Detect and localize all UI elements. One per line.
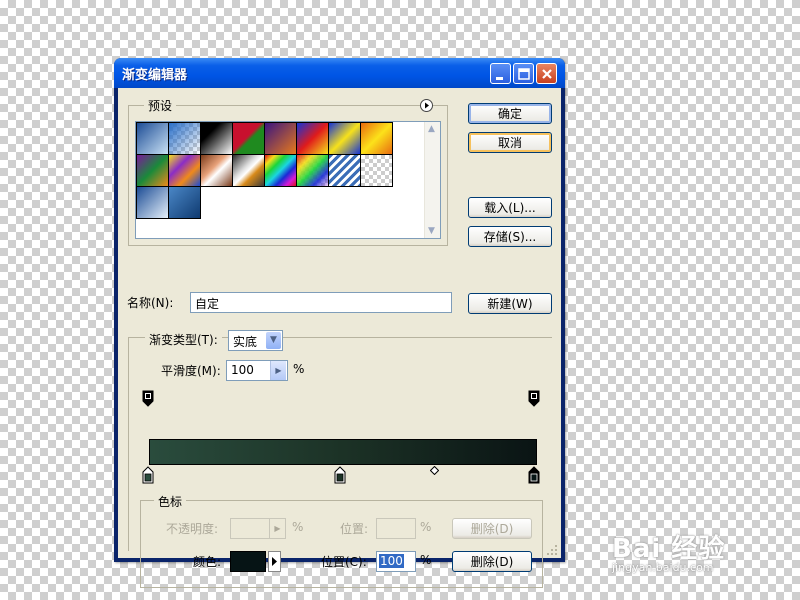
right-arrow-icon [272, 557, 277, 566]
preset-swatch[interactable] [200, 122, 233, 155]
location-unit: % [420, 553, 432, 567]
cancel-button[interactable]: 取消 [468, 132, 552, 153]
scroll-down-icon[interactable]: ▼ [428, 226, 435, 236]
delete-color-stop-button[interactable]: 删除(D) [452, 551, 532, 572]
preset-swatch[interactable] [200, 154, 233, 187]
gradient-editor-window: 渐变编辑器 预设 ▲ ▼ 确定 取消 载入(L)... 存储(S)... 名称(… [114, 58, 565, 588]
watermark-text: Bai 经验 [612, 534, 726, 564]
preset-swatch-panel: ▲ ▼ [135, 121, 441, 239]
right-arrow-circle-icon [425, 102, 429, 109]
presets-menu-button[interactable] [420, 99, 433, 112]
preset-swatch[interactable] [232, 154, 265, 187]
close-button[interactable] [536, 63, 557, 84]
location-value: 100 [379, 554, 404, 568]
close-icon [542, 69, 552, 79]
resize-grip-icon[interactable] [545, 543, 558, 556]
opacity-location-field[interactable] [376, 518, 416, 539]
scroll-up-icon[interactable]: ▲ [428, 124, 435, 134]
opacity-location-unit: % [420, 520, 432, 534]
maximize-button[interactable] [513, 63, 534, 84]
preset-scrollbar[interactable]: ▲ ▼ [424, 122, 440, 238]
delete-opacity-stop-button[interactable]: 删除(D) [452, 518, 532, 539]
opacity-slider-button[interactable]: ▶ [269, 519, 285, 538]
gradient-preview-bar[interactable] [149, 439, 537, 465]
window-title: 渐变编辑器 [122, 68, 188, 83]
preset-swatch[interactable] [296, 122, 329, 155]
save-button[interactable]: 存储(S)... [468, 226, 552, 247]
new-button[interactable]: 新建(W) [468, 293, 552, 314]
preset-swatch[interactable] [264, 122, 297, 155]
opacity-stop-right[interactable] [528, 390, 540, 408]
preset-swatch[interactable] [328, 122, 361, 155]
smoothness-slider-button[interactable]: ▶ [270, 361, 286, 380]
preset-swatch[interactable] [136, 154, 169, 187]
ok-button[interactable]: 确定 [468, 103, 552, 124]
gradient-type-value: 实底 [233, 335, 258, 349]
smoothness-unit: % [293, 362, 305, 376]
gradient-type-select[interactable]: 实底 ▼ [228, 330, 283, 351]
smoothness-label: 平滑度(M): [161, 364, 221, 378]
opacity-location-label: 位置: [340, 522, 369, 536]
opacity-label: 不透明度: [166, 522, 219, 536]
location-field[interactable]: 100 [376, 551, 416, 572]
opacity-stop-left[interactable] [142, 390, 154, 408]
watermark-logo: Bai 经验 jingyan.baidu.com [612, 528, 725, 574]
load-button[interactable]: 载入(L)... [468, 197, 552, 218]
color-stop-left[interactable] [142, 466, 154, 484]
location-label: 位置(C): [321, 555, 367, 569]
color-stops-label: 色标 [154, 493, 187, 510]
chevron-down-icon[interactable]: ▼ [266, 332, 281, 349]
preset-swatch[interactable] [136, 122, 169, 155]
color-stops-group [140, 500, 543, 588]
title-bar[interactable]: 渐变编辑器 [114, 58, 565, 88]
minimize-button[interactable] [490, 63, 511, 84]
preset-swatch[interactable] [168, 154, 201, 187]
maximize-icon [518, 68, 530, 80]
color-stop-mid[interactable] [334, 466, 346, 484]
preset-swatch[interactable] [264, 154, 297, 187]
opacity-unit: % [292, 520, 304, 534]
preset-swatch[interactable] [168, 122, 201, 155]
name-label: 名称(N): [127, 296, 174, 310]
watermark-subtext: jingyan.baidu.com [612, 561, 714, 574]
preset-swatch[interactable] [296, 154, 329, 187]
preset-swatch[interactable] [168, 186, 201, 219]
preset-swatch[interactable] [328, 154, 361, 187]
color-stop-right-selected[interactable] [528, 466, 540, 484]
stop-color-well[interactable] [230, 551, 266, 572]
presets-label: 预设 [144, 97, 177, 114]
midpoint-diamond[interactable] [430, 466, 439, 475]
color-menu-button[interactable] [268, 551, 281, 572]
name-field[interactable]: 自定 [190, 292, 452, 313]
minimize-icon [496, 77, 503, 80]
dialog-body: 预设 ▲ ▼ 确定 取消 载入(L)... 存储(S)... 名称(N): 自定… [118, 88, 561, 588]
preset-swatch[interactable] [136, 186, 169, 219]
preset-swatch[interactable] [360, 122, 393, 155]
gradient-type-label: 渐变类型(T): [145, 331, 222, 348]
preset-swatch[interactable] [232, 122, 265, 155]
preset-swatch[interactable] [360, 154, 393, 187]
color-label: 颜色: [193, 555, 222, 569]
